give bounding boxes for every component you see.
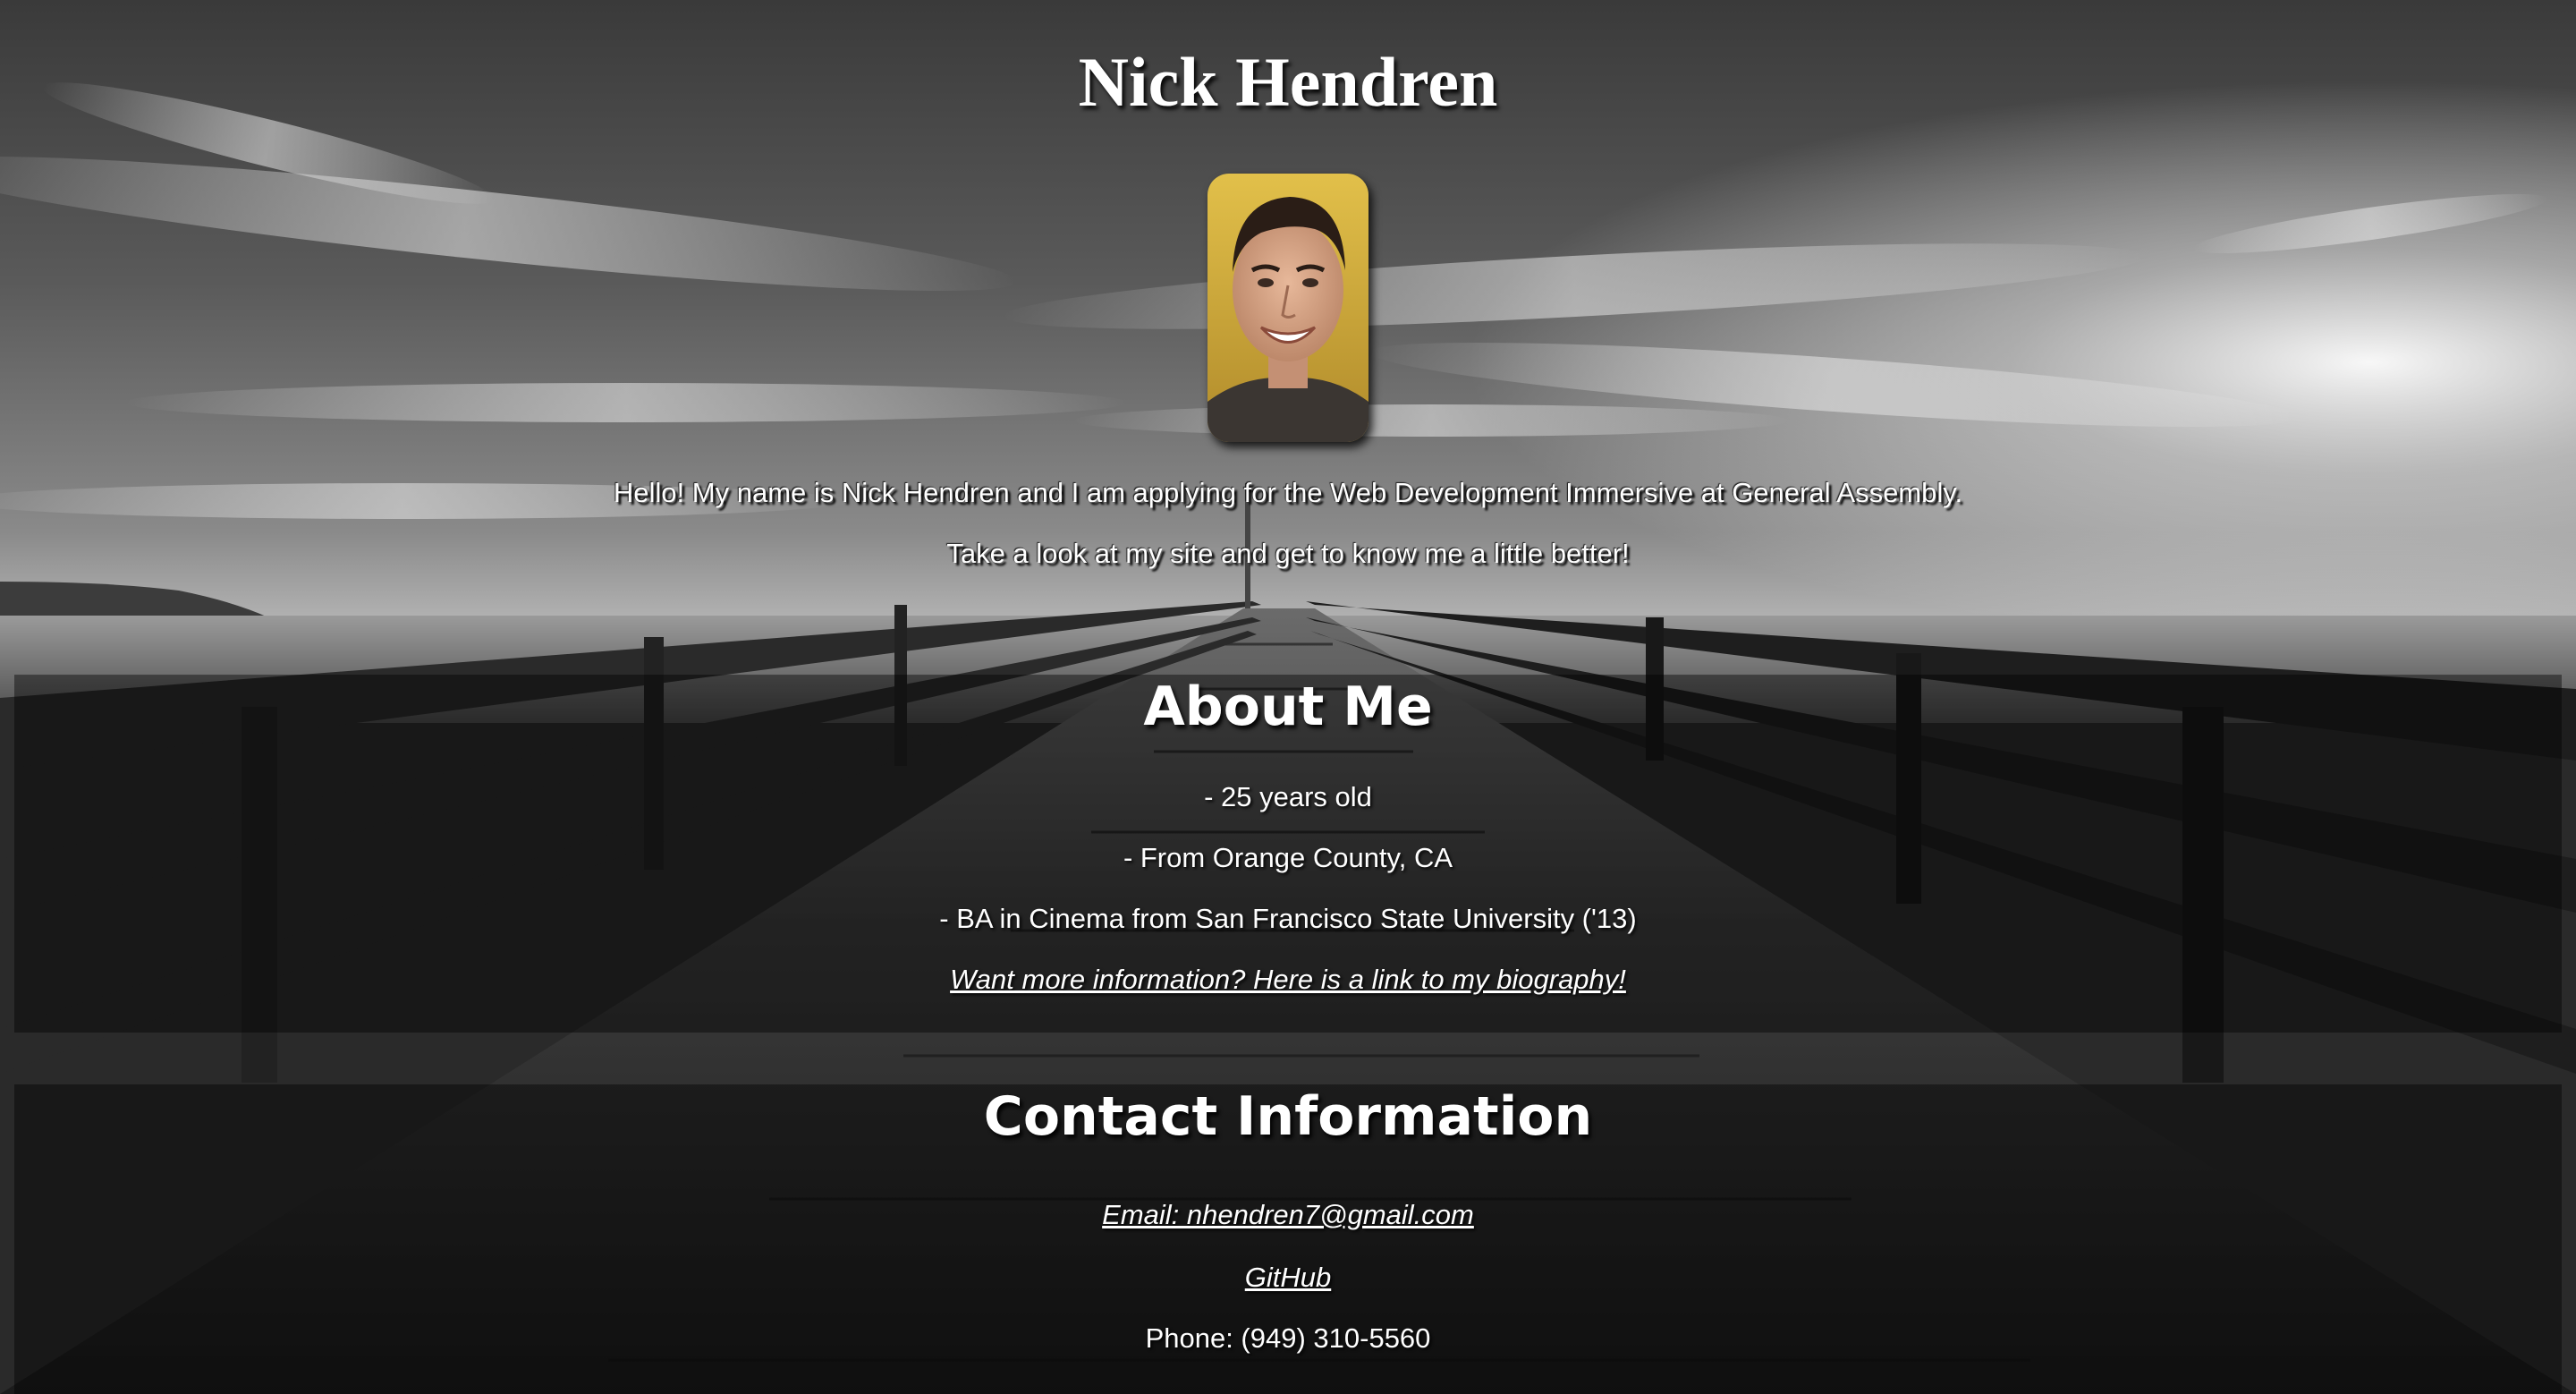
email-line: Email: nhendren7@gmail.com — [14, 1197, 2562, 1233]
github-line: GitHub — [14, 1260, 2562, 1296]
email-link[interactable]: Email: nhendren7@gmail.com — [1102, 1199, 1474, 1230]
contact-heading: Contact Information — [983, 1085, 1593, 1148]
avatar — [1208, 174, 1368, 442]
about-fact-education: - BA in Cinema from San Francisco State … — [939, 903, 1637, 934]
contact-section: Contact Information Email: nhendren7@gma… — [14, 1084, 2562, 1394]
intro-text: Hello! My name is Nick Hendren and I am … — [613, 477, 1963, 508]
github-link[interactable]: GitHub — [1245, 1262, 1331, 1293]
page-title: Nick Hendren — [1078, 43, 1498, 121]
about-section: About Me - 25 years old - From Orange Co… — [14, 675, 2562, 1033]
about-fact-age: - 25 years old — [1204, 781, 1372, 812]
about-heading: About Me — [1143, 676, 1433, 738]
biography-link[interactable]: Want more information? Here is a link to… — [950, 964, 1626, 995]
profile-photo-icon — [1208, 174, 1368, 442]
phone-number: Phone: (949) 310-5560 — [1145, 1322, 1431, 1354]
bio-link-line: Want more information? Here is a link to… — [14, 962, 2562, 998]
intro-subtext: Take a look at my site and get to know m… — [946, 538, 1630, 569]
about-fact-hometown: - From Orange County, CA — [1123, 842, 1453, 873]
